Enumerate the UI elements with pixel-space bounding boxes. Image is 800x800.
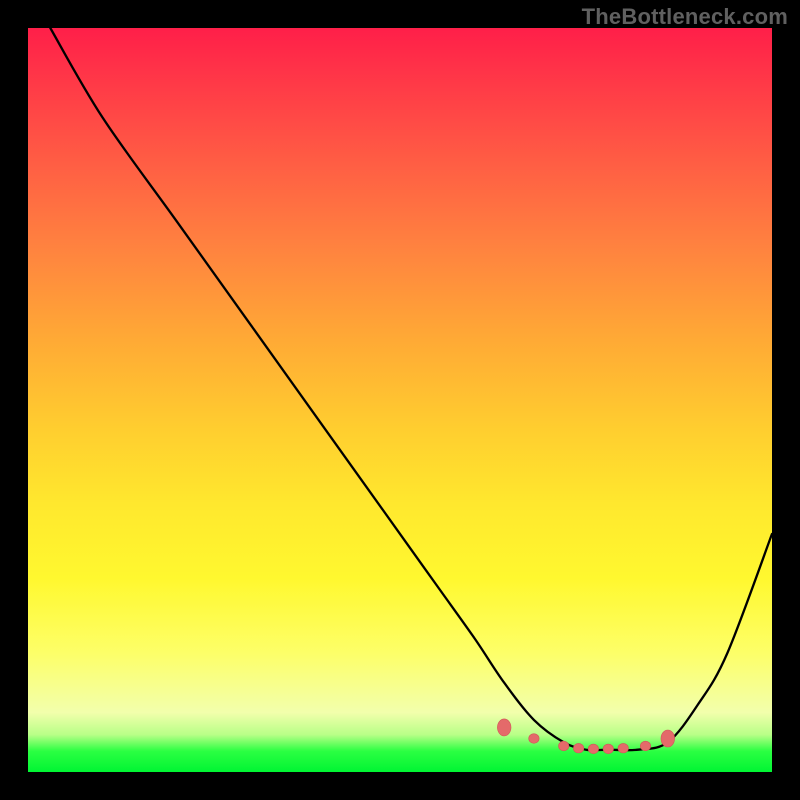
bottleneck-curve <box>50 28 772 750</box>
optimal-range-markers <box>497 719 674 754</box>
chart-stage: TheBottleneck.com <box>0 0 800 800</box>
plot-area <box>28 28 772 772</box>
marker-dot <box>529 734 539 744</box>
attribution-text: TheBottleneck.com <box>582 4 788 30</box>
marker-dot <box>661 730 675 747</box>
curve-svg <box>28 28 772 772</box>
marker-dot <box>603 744 613 754</box>
marker-dot <box>573 743 583 753</box>
marker-dot <box>497 719 511 736</box>
marker-dot <box>559 741 569 751</box>
marker-dot <box>618 743 628 753</box>
marker-dot <box>588 744 598 754</box>
marker-dot <box>640 741 650 751</box>
